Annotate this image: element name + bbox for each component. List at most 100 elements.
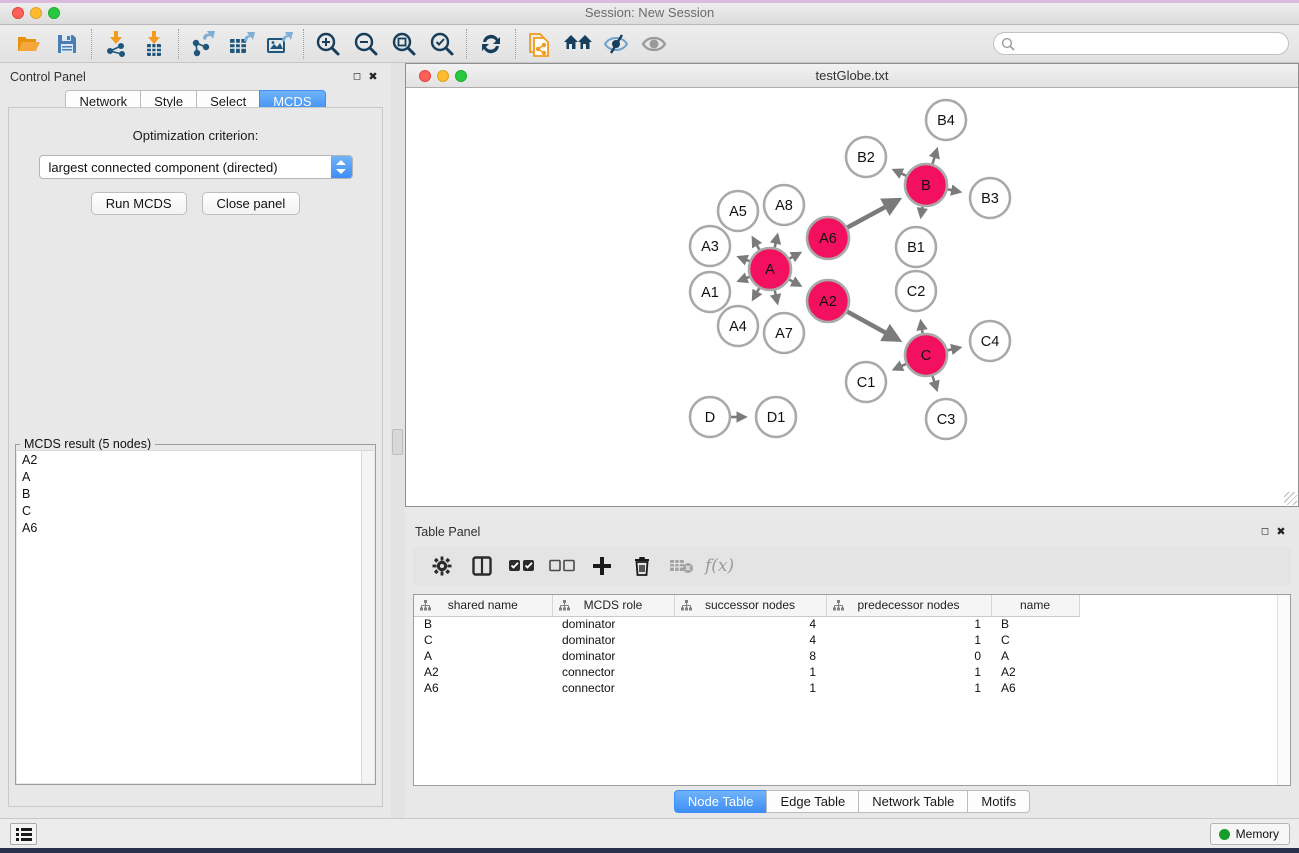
table-cell[interactable]: connector bbox=[552, 680, 674, 696]
panel-splitter[interactable] bbox=[391, 63, 405, 818]
trash-icon[interactable] bbox=[625, 551, 659, 581]
table-cell[interactable]: 4 bbox=[674, 632, 826, 648]
table-cell[interactable]: C bbox=[991, 632, 1079, 648]
open-file-icon[interactable] bbox=[10, 28, 48, 60]
graph-edge[interactable] bbox=[775, 235, 778, 247]
graph-edge[interactable] bbox=[789, 253, 799, 259]
graph-node[interactable]: A2 bbox=[807, 280, 849, 322]
graph-node[interactable]: B3 bbox=[970, 178, 1010, 218]
table-row[interactable]: Cdominator41C bbox=[414, 632, 1079, 648]
table-cell[interactable]: dominator bbox=[552, 648, 674, 664]
cyndex-icon[interactable] bbox=[521, 28, 559, 60]
tab-edge-table[interactable]: Edge Table bbox=[766, 790, 859, 813]
graph-node[interactable]: A bbox=[749, 248, 791, 290]
graph-edge[interactable] bbox=[921, 207, 923, 217]
graph-edge[interactable] bbox=[948, 189, 960, 191]
graph-node[interactable]: C2 bbox=[896, 271, 936, 311]
graph-node[interactable]: B bbox=[905, 164, 947, 206]
export-image-icon[interactable] bbox=[260, 28, 298, 60]
table-cell[interactable]: A bbox=[991, 648, 1079, 664]
network-graph[interactable]: B4B2BB3A5A8A6A3B1AA1C2A2A4A7C4CC1C3DD1 bbox=[406, 88, 1298, 506]
table-cell[interactable]: A bbox=[414, 648, 552, 664]
graph-node[interactable]: C3 bbox=[926, 399, 966, 439]
graph-node[interactable]: A6 bbox=[807, 217, 849, 259]
table-cell[interactable]: A2 bbox=[414, 664, 552, 680]
function-builder-icon[interactable]: f(x) bbox=[705, 556, 734, 576]
table-row[interactable]: A2connector11A2 bbox=[414, 664, 1079, 680]
save-session-icon[interactable] bbox=[48, 28, 86, 60]
mcds-result-list[interactable]: A2ABCA6 bbox=[17, 450, 374, 783]
graph-node[interactable]: A7 bbox=[764, 313, 804, 353]
graph-edge[interactable] bbox=[894, 170, 906, 176]
graph-edge[interactable] bbox=[739, 257, 750, 261]
graph-edge[interactable] bbox=[789, 280, 800, 286]
zoom-selected-icon[interactable] bbox=[423, 28, 461, 60]
graph-node[interactable]: A4 bbox=[718, 306, 758, 346]
graph-edge[interactable] bbox=[894, 364, 906, 369]
float-panel-icon[interactable]: ◻ bbox=[349, 70, 365, 84]
table-row[interactable]: Adominator80A bbox=[414, 648, 1079, 664]
list-item[interactable]: B bbox=[17, 485, 374, 502]
graph-node[interactable]: D1 bbox=[756, 397, 796, 437]
close-table-panel-icon[interactable]: ✖ bbox=[1273, 525, 1289, 539]
graph-edge[interactable] bbox=[753, 238, 759, 250]
table-scrollbar[interactable] bbox=[1277, 595, 1290, 785]
table-cell[interactable]: dominator bbox=[552, 616, 674, 632]
table-cell[interactable]: connector bbox=[552, 664, 674, 680]
refresh-icon[interactable] bbox=[472, 28, 510, 60]
graph-edge[interactable] bbox=[847, 312, 898, 340]
graph-edge[interactable] bbox=[775, 290, 778, 302]
column-view-icon[interactable] bbox=[465, 551, 499, 581]
column-header[interactable]: predecessor nodes bbox=[826, 595, 991, 616]
table-cell[interactable]: 1 bbox=[674, 664, 826, 680]
zoom-out-icon[interactable] bbox=[347, 28, 385, 60]
graph-node[interactable]: A1 bbox=[690, 272, 730, 312]
criterion-select[interactable]: largest connected component (directed) bbox=[39, 155, 353, 179]
graph-node[interactable]: C4 bbox=[970, 321, 1010, 361]
home-icon[interactable] bbox=[559, 28, 597, 60]
deselect-all-icon[interactable] bbox=[545, 551, 579, 581]
table-cell[interactable]: 1 bbox=[826, 632, 991, 648]
tab-node-table[interactable]: Node Table bbox=[674, 790, 768, 813]
table-cell[interactable]: A2 bbox=[991, 664, 1079, 680]
hide-annotations-icon[interactable] bbox=[597, 28, 635, 60]
network-canvas[interactable]: B4B2BB3A5A8A6A3B1AA1C2A2A4A7C4CC1C3DD1 bbox=[406, 88, 1298, 506]
list-scrollbar[interactable] bbox=[361, 451, 374, 783]
search-field[interactable] bbox=[993, 32, 1289, 55]
graph-edge[interactable] bbox=[947, 348, 959, 351]
table-cell[interactable]: 1 bbox=[826, 680, 991, 696]
export-network-icon[interactable] bbox=[184, 28, 222, 60]
table-cell[interactable]: B bbox=[991, 616, 1079, 632]
splitter-grip-icon[interactable] bbox=[392, 429, 403, 455]
export-table-icon[interactable] bbox=[222, 28, 260, 60]
graph-node[interactable]: B4 bbox=[926, 100, 966, 140]
graph-node[interactable]: C bbox=[905, 334, 947, 376]
table-cell[interactable]: 1 bbox=[826, 664, 991, 680]
table-cell[interactable]: A6 bbox=[414, 680, 552, 696]
select-all-icon[interactable] bbox=[505, 551, 539, 581]
graph-node[interactable]: C1 bbox=[846, 362, 886, 402]
table-cell[interactable]: C bbox=[414, 632, 552, 648]
search-input[interactable] bbox=[1015, 33, 1288, 54]
delete-table-icon[interactable] bbox=[665, 551, 699, 581]
column-header[interactable]: shared name bbox=[414, 595, 552, 616]
menu-list-icon[interactable] bbox=[10, 823, 37, 845]
add-icon[interactable] bbox=[585, 551, 619, 581]
column-header[interactable]: MCDS role bbox=[552, 595, 674, 616]
gear-icon[interactable] bbox=[425, 551, 459, 581]
table-cell[interactable]: B bbox=[414, 616, 552, 632]
import-table-icon[interactable] bbox=[135, 28, 173, 60]
column-header[interactable]: successor nodes bbox=[674, 595, 826, 616]
graph-node[interactable]: A5 bbox=[718, 191, 758, 231]
graph-node[interactable]: D bbox=[690, 397, 730, 437]
list-item[interactable]: A bbox=[17, 468, 374, 485]
list-item[interactable]: A2 bbox=[17, 451, 374, 468]
zoom-fit-icon[interactable] bbox=[385, 28, 423, 60]
graph-node[interactable]: A3 bbox=[690, 226, 730, 266]
graph-edge[interactable] bbox=[932, 150, 936, 164]
zoom-in-icon[interactable] bbox=[309, 28, 347, 60]
import-network-icon[interactable] bbox=[97, 28, 135, 60]
graph-node[interactable]: A8 bbox=[764, 185, 804, 225]
close-panel-button[interactable]: Close panel bbox=[202, 192, 301, 215]
window-resize-grip-icon[interactable] bbox=[1284, 492, 1297, 505]
